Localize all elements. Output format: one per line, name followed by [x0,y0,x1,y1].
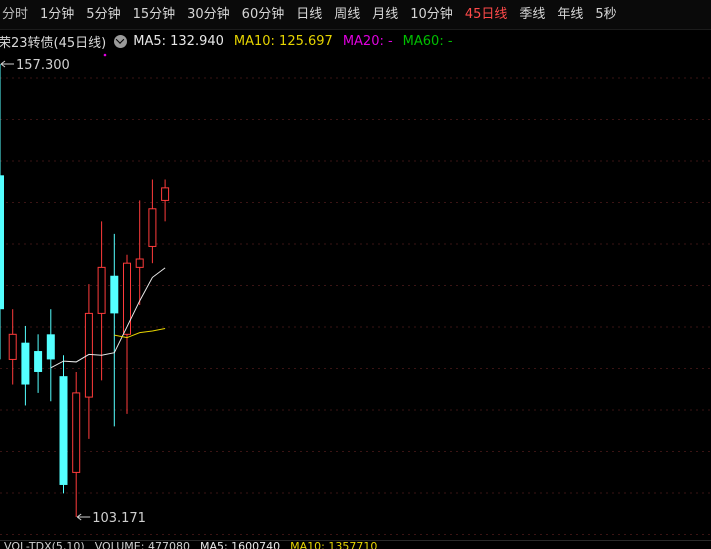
candle-body [8,333,17,360]
ma20-value: MA20: - [342,33,393,49]
period-tab[interactable]: 1分钟 [34,0,80,30]
volume-value: VOLUME: 477080 [94,540,190,549]
candle-body [21,342,30,385]
period-tab[interactable]: 30分钟 [181,0,236,30]
low-price-label: 103.171 [92,511,146,526]
candle-body [0,175,4,310]
ma60-value: MA60: - [402,33,453,49]
candle-body [84,312,93,398]
candle-body [72,392,81,473]
security-name: 荣23转债(45日线) [0,35,107,51]
period-tab[interactable]: 季线 [513,0,551,30]
volume-indicator-title: VOL-TDX(5,10) [4,540,85,549]
period-tab[interactable]: 15分钟 [127,0,182,30]
indicator-legend: 荣23转债(45日线) MA5: 132.940 MA10: 125.697 M… [0,30,463,52]
period-tab[interactable]: 分时 [2,0,34,30]
candle-body [46,334,55,360]
volume-indicator-strip: VOL-TDX(5,10) VOLUME: 477080 MA5: 160074… [0,540,711,549]
period-tab[interactable]: 5秒 [589,0,622,30]
candlestick-chart-canvas: 157.300 103.171 [0,53,711,535]
ma5-value: MA5: 132.940 [133,33,224,49]
period-tab[interactable]: 周线 [328,0,366,30]
ma5-line [50,267,166,369]
period-tab[interactable]: 45日线 [459,0,514,30]
period-tab[interactable]: 日线 [290,0,328,30]
ma20-marker-dot [103,53,107,57]
ma10-value: MA10: 125.697 [233,33,333,49]
candle-body [110,275,119,314]
volume-ma10-value: MA10: 1357710 [290,540,378,549]
candle-body [148,208,157,247]
candlestick-chart[interactable]: 157.300 103.171 [0,52,711,540]
volume-ma5-value: MA5: 1600740 [199,540,281,549]
period-tab[interactable]: 5分钟 [80,0,126,30]
period-tab[interactable]: 60分钟 [236,0,291,30]
indicator-toggle-icon[interactable] [114,34,128,48]
period-tab[interactable]: 年线 [551,0,589,30]
candle-body [34,351,43,372]
candle-body [161,187,170,201]
kline-window: 分时 1分钟 5分钟 15分钟 30分钟 60分钟 日线 周线 月线 10分钟 45日线 季线 年线 5秒… [0,0,711,549]
ma10-line [114,327,166,339]
period-tab[interactable]: 10分钟 [404,0,459,30]
candle-body [59,376,68,485]
candle-body [135,258,144,268]
candle-body [123,262,131,335]
period-tab[interactable]: 月线 [366,0,404,30]
high-price-label: 157.300 [16,58,70,73]
period-selector-bar: 分时 1分钟 5分钟 15分钟 30分钟 60分钟 日线 周线 月线 10分钟 45日线 季线 年线 5秒 [0,0,711,30]
candle-body [97,266,106,314]
